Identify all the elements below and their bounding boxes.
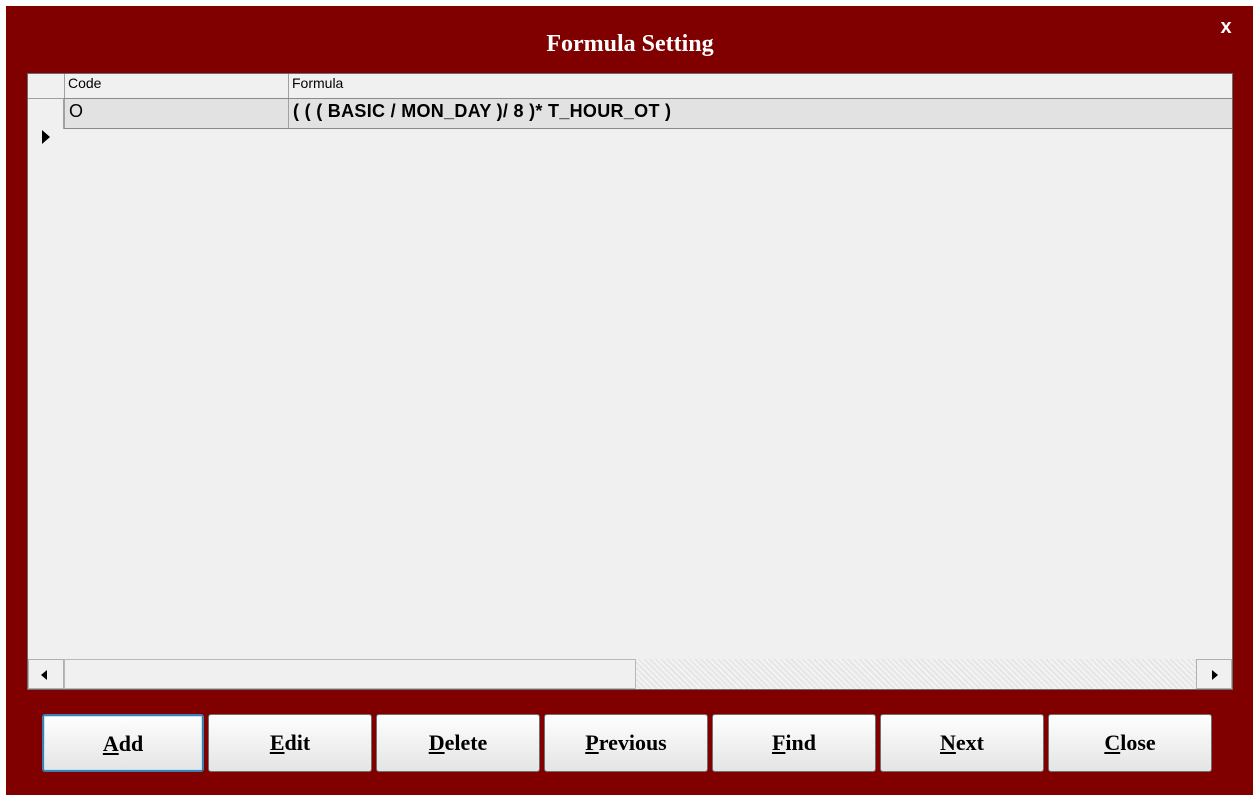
add-button[interactable]: Add bbox=[42, 714, 204, 772]
scroll-left-button[interactable] bbox=[28, 659, 64, 689]
column-header-code[interactable]: Code bbox=[64, 74, 288, 98]
find-button[interactable]: Find bbox=[712, 714, 876, 772]
window-title: Formula Setting bbox=[546, 31, 714, 57]
formula-setting-window: Formula Setting x Code Formula O ( ( ( B… bbox=[6, 6, 1253, 795]
grid-header: Code Formula bbox=[28, 74, 1232, 99]
next-button[interactable]: Next bbox=[880, 714, 1044, 772]
arrow-left-icon bbox=[41, 670, 47, 680]
table-row[interactable]: O ( ( ( BASIC / MON_DAY )/ 8 )* T_HOUR_O… bbox=[64, 98, 1232, 129]
delete-button[interactable]: Delete bbox=[376, 714, 540, 772]
arrow-right-icon bbox=[1212, 670, 1218, 680]
scroll-right-button[interactable] bbox=[1196, 659, 1232, 689]
scroll-thumb[interactable] bbox=[64, 659, 636, 689]
formula-grid[interactable]: Code Formula O ( ( ( BASIC / MON_DAY )/ … bbox=[27, 73, 1233, 690]
close-button[interactable]: Close bbox=[1048, 714, 1212, 772]
edit-button[interactable]: Edit bbox=[208, 714, 372, 772]
previous-button[interactable]: Previous bbox=[544, 714, 708, 772]
row-selector[interactable] bbox=[28, 98, 64, 144]
cell-code[interactable]: O bbox=[64, 99, 288, 128]
scroll-track[interactable] bbox=[636, 659, 1196, 689]
current-row-arrow-icon bbox=[42, 130, 50, 144]
horizontal-scrollbar[interactable] bbox=[28, 659, 1232, 689]
column-header-formula[interactable]: Formula bbox=[288, 74, 1232, 98]
cell-formula[interactable]: ( ( ( BASIC / MON_DAY )/ 8 )* T_HOUR_OT … bbox=[288, 99, 1232, 128]
close-icon[interactable]: x bbox=[1213, 15, 1239, 41]
